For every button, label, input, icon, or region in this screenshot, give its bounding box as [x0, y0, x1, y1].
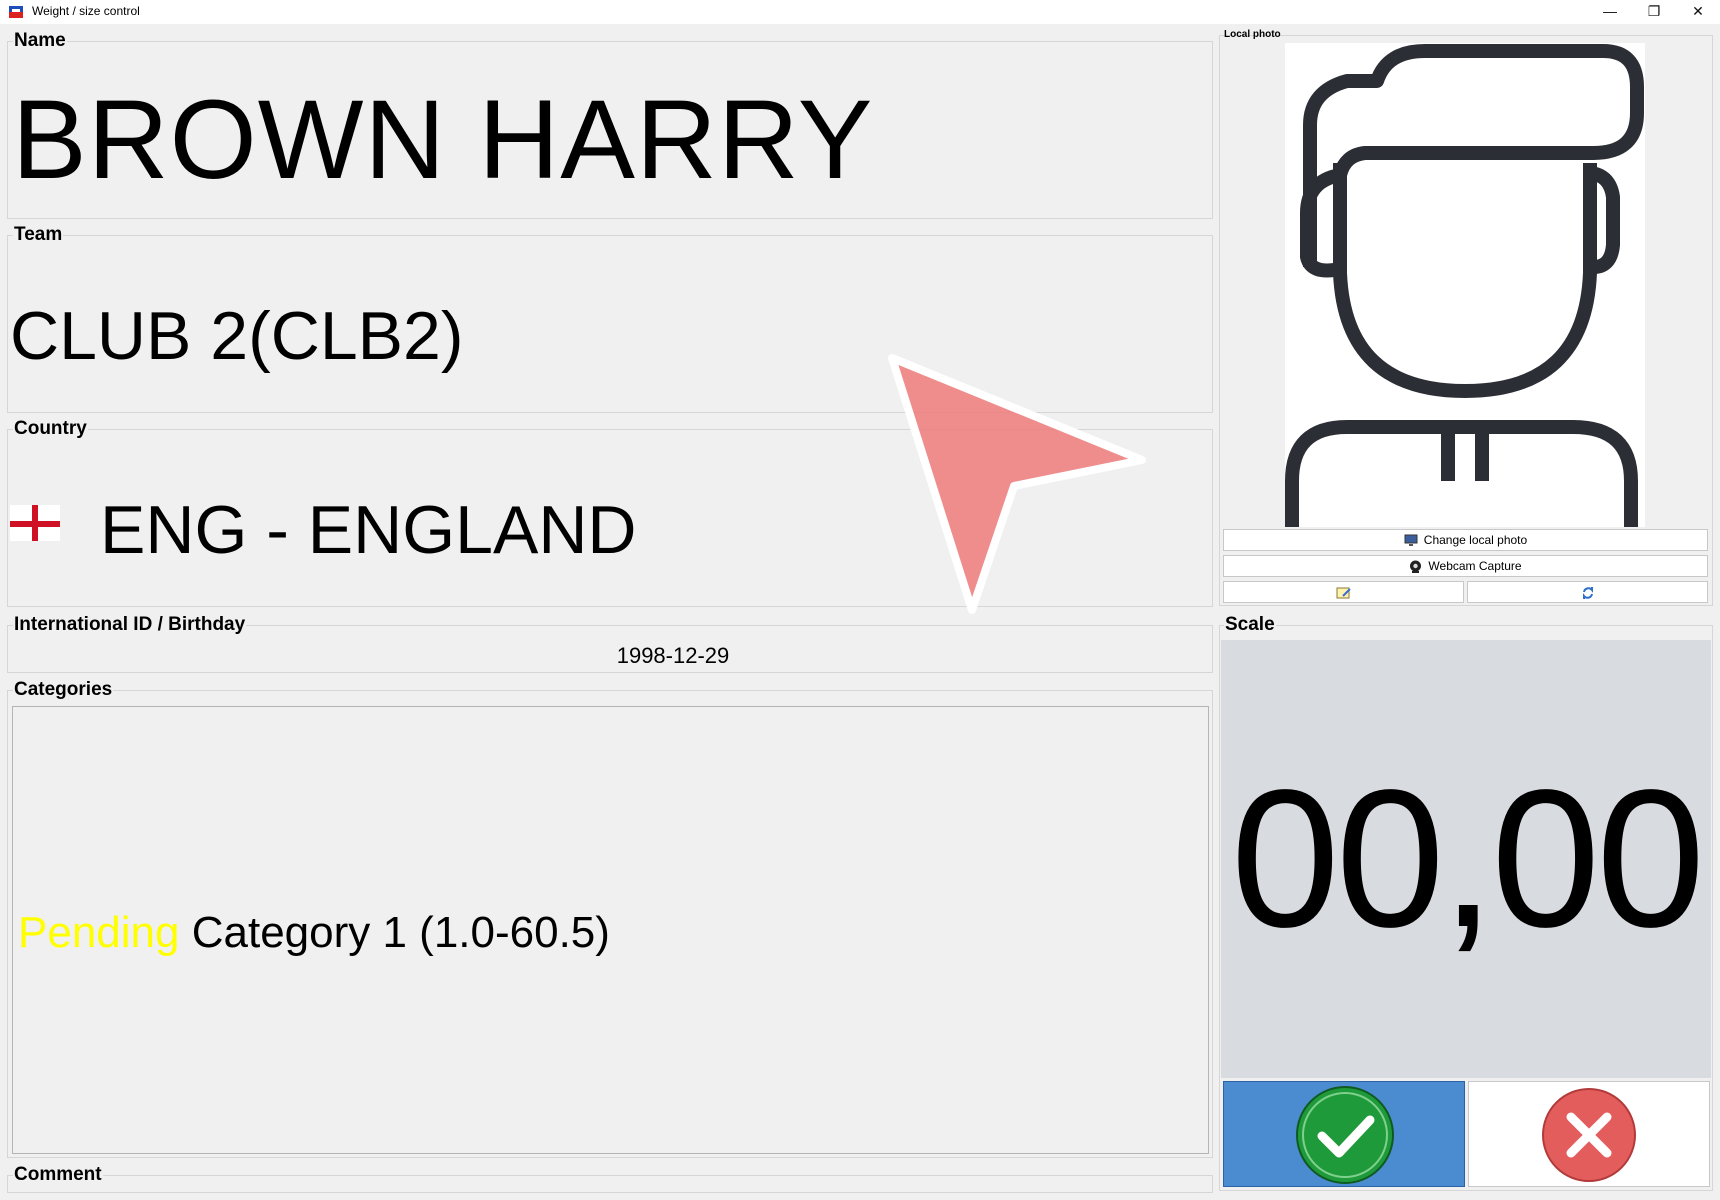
change-local-photo-button[interactable]: Change local photo	[1223, 529, 1708, 551]
intl-id-label: International ID / Birthday	[13, 614, 247, 635]
country-label: Country	[13, 418, 88, 439]
webcam-capture-button[interactable]: Webcam Capture	[1223, 555, 1708, 577]
rotate-photo-button[interactable]	[1467, 581, 1708, 603]
scale-value: 00,00	[1230, 749, 1705, 968]
app-icon	[9, 6, 23, 18]
team-label: Team	[13, 224, 64, 245]
category-status: Pending	[18, 908, 180, 957]
edit-photo-button[interactable]	[1223, 581, 1464, 603]
refresh-icon	[1582, 586, 1593, 599]
athlete-photo	[1285, 43, 1645, 527]
monitor-icon	[1404, 534, 1418, 547]
name-label: Name	[13, 30, 67, 51]
country-value: ENG - ENGLAND	[100, 492, 637, 568]
scale-label: Scale	[1224, 614, 1276, 635]
team-value: CLUB 2(CLB2)	[10, 298, 464, 374]
category-name: Category 1 (1.0-60.5)	[191, 908, 610, 957]
close-button[interactable]: ✕	[1676, 0, 1720, 24]
name-value: BROWN HARRY	[12, 77, 874, 202]
edit-note-icon	[1336, 587, 1351, 599]
local-photo-label: Local photo	[1224, 29, 1281, 40]
window-title: Weight / size control	[32, 4, 140, 18]
webcam-capture-label: Webcam Capture	[1428, 559, 1522, 573]
category-entry[interactable]: Pending Category 1 (1.0-60.5)	[18, 908, 610, 958]
avatar-placeholder-icon	[1285, 44, 1644, 527]
cancel-button[interactable]	[1468, 1081, 1710, 1187]
cancel-x-icon	[1542, 1088, 1636, 1182]
restore-button[interactable]: ❐	[1632, 0, 1676, 24]
accept-button[interactable]	[1223, 1081, 1465, 1187]
categories-label: Categories	[13, 679, 114, 700]
scale-display: 00,00	[1221, 640, 1711, 1078]
change-local-photo-label: Change local photo	[1423, 533, 1528, 547]
birthday-value: 1998-12-29	[616, 643, 730, 668]
minimize-button[interactable]: —	[1588, 0, 1632, 24]
comment-label: Comment	[13, 1164, 103, 1185]
checkmark-icon	[1296, 1086, 1394, 1184]
england-flag-icon	[10, 505, 60, 541]
title-bar: Weight / size control — ❐ ✕	[0, 0, 1720, 24]
webcam-icon	[1410, 560, 1422, 573]
comment-group	[7, 1175, 1213, 1193]
